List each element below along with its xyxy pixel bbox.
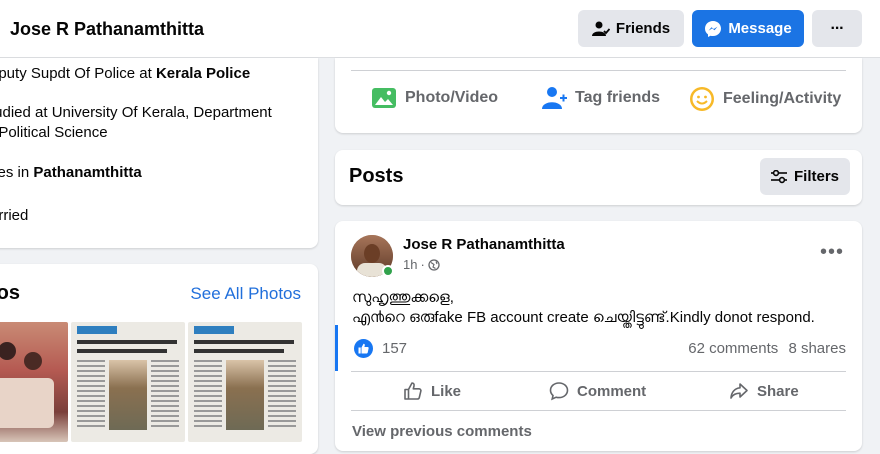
messenger-icon [705, 20, 722, 37]
see-all-photos-link[interactable]: See All Photos [190, 284, 301, 304]
post-meta: 1h · [403, 257, 440, 272]
composer-divider [351, 70, 846, 71]
post-text-line1: സുഹൃത്തുക്കളെ, [352, 289, 454, 306]
filters-icon [770, 169, 787, 183]
posts-title: Posts [349, 165, 404, 187]
post-stats: 157 62 comments 8 shares [335, 325, 846, 371]
filters-label: Filters [793, 168, 839, 185]
friends-icon [591, 21, 610, 36]
globe-icon [428, 258, 440, 271]
post-timestamp[interactable]: 1h [403, 257, 417, 272]
comment-icon [549, 382, 569, 401]
tag-friends-icon [542, 87, 567, 109]
comments-shares: 62 comments 8 shares [688, 340, 846, 357]
like-reaction-icon[interactable] [354, 339, 373, 358]
post-action-bar: Like Comment Share [351, 371, 846, 411]
profile-name: Jose R Pathanamthitta [10, 19, 205, 39]
comment-button[interactable]: Comment [549, 381, 646, 401]
photo-video-button[interactable]: Photo/Video [371, 86, 498, 110]
comments-count[interactable]: 62 comments [688, 340, 778, 357]
friends-label: Friends [615, 20, 671, 37]
post-card: Jose R Pathanamthitta 1h · ••• സുഹൃത്തുക… [335, 221, 862, 451]
photo-thumbnail-newspaper-1[interactable] [71, 322, 185, 442]
photo-thumbnail-newspaper-2[interactable] [188, 322, 302, 442]
post-options-icon[interactable]: ••• [820, 241, 844, 264]
profile-header-bar: Jose R Pathanamthitta Friends Message ··… [0, 0, 880, 58]
intro-work: eputy Supdt Of Police at Kerala Police [0, 64, 250, 84]
photo-thumbnail-family[interactable] [0, 322, 68, 442]
feeling-activity-button[interactable]: Feeling/Activity [689, 86, 841, 112]
reaction-count[interactable]: 157 [382, 340, 407, 357]
feeling-smiley-icon [690, 87, 714, 111]
like-label: Like [431, 382, 462, 400]
intro-study-line1: tudied at University Of Kerala, Departme… [0, 104, 272, 121]
feeling-activity-label: Feeling/Activity [723, 90, 842, 107]
share-label: Share [757, 382, 799, 400]
share-button[interactable]: Share [729, 381, 799, 401]
thumbs-up-mini-icon [358, 343, 369, 354]
message-button[interactable]: Message [692, 10, 804, 47]
like-icon [404, 382, 422, 400]
intro-study-line2: f Political Science [0, 124, 108, 141]
tag-friends-button[interactable]: Tag friends [541, 86, 660, 110]
intro-work-org[interactable]: Kerala Police [156, 65, 250, 82]
comment-label: Comment [577, 382, 647, 400]
online-status-dot [382, 265, 394, 277]
share-icon [730, 383, 748, 399]
more-options-button[interactable]: ··· [812, 10, 862, 47]
intro-card: eputy Supdt Of Police at Kerala Police t… [0, 58, 318, 248]
photos-card: tos See All Photos [0, 264, 318, 454]
view-previous-comments-link[interactable]: View previous comments [352, 423, 532, 440]
focus-indicator [335, 325, 338, 371]
photo-video-label: Photo/Video [405, 89, 499, 106]
tag-friends-label: Tag friends [575, 89, 661, 106]
friends-button[interactable]: Friends [578, 10, 684, 47]
post-composer-card: Photo/Video Tag friends Feeling/Activity [335, 58, 862, 133]
filters-button[interactable]: Filters [760, 158, 850, 195]
more-icon: ··· [830, 19, 845, 37]
intro-relationship: arried [0, 207, 29, 224]
post-author-name[interactable]: Jose R Pathanamthitta [403, 236, 565, 253]
like-button[interactable]: Like [403, 381, 461, 401]
photos-title: tos [0, 282, 20, 304]
posts-header-card: Posts Filters [335, 150, 862, 205]
post-text-line2: എ൯റെ ഒരുfake FB account create ചെയ്തിട്ട… [352, 309, 815, 326]
intro-lives-text: ves in [0, 164, 30, 181]
meta-separator: · [420, 257, 425, 272]
shares-count[interactable]: 8 shares [788, 340, 846, 357]
intro-lives: ves in Pathanamthitta [0, 163, 142, 183]
intro-lives-place[interactable]: Pathanamthitta [33, 164, 141, 181]
message-label: Message [728, 20, 792, 37]
photo-video-icon [372, 88, 396, 108]
intro-work-text: eputy Supdt Of Police at [0, 65, 156, 82]
